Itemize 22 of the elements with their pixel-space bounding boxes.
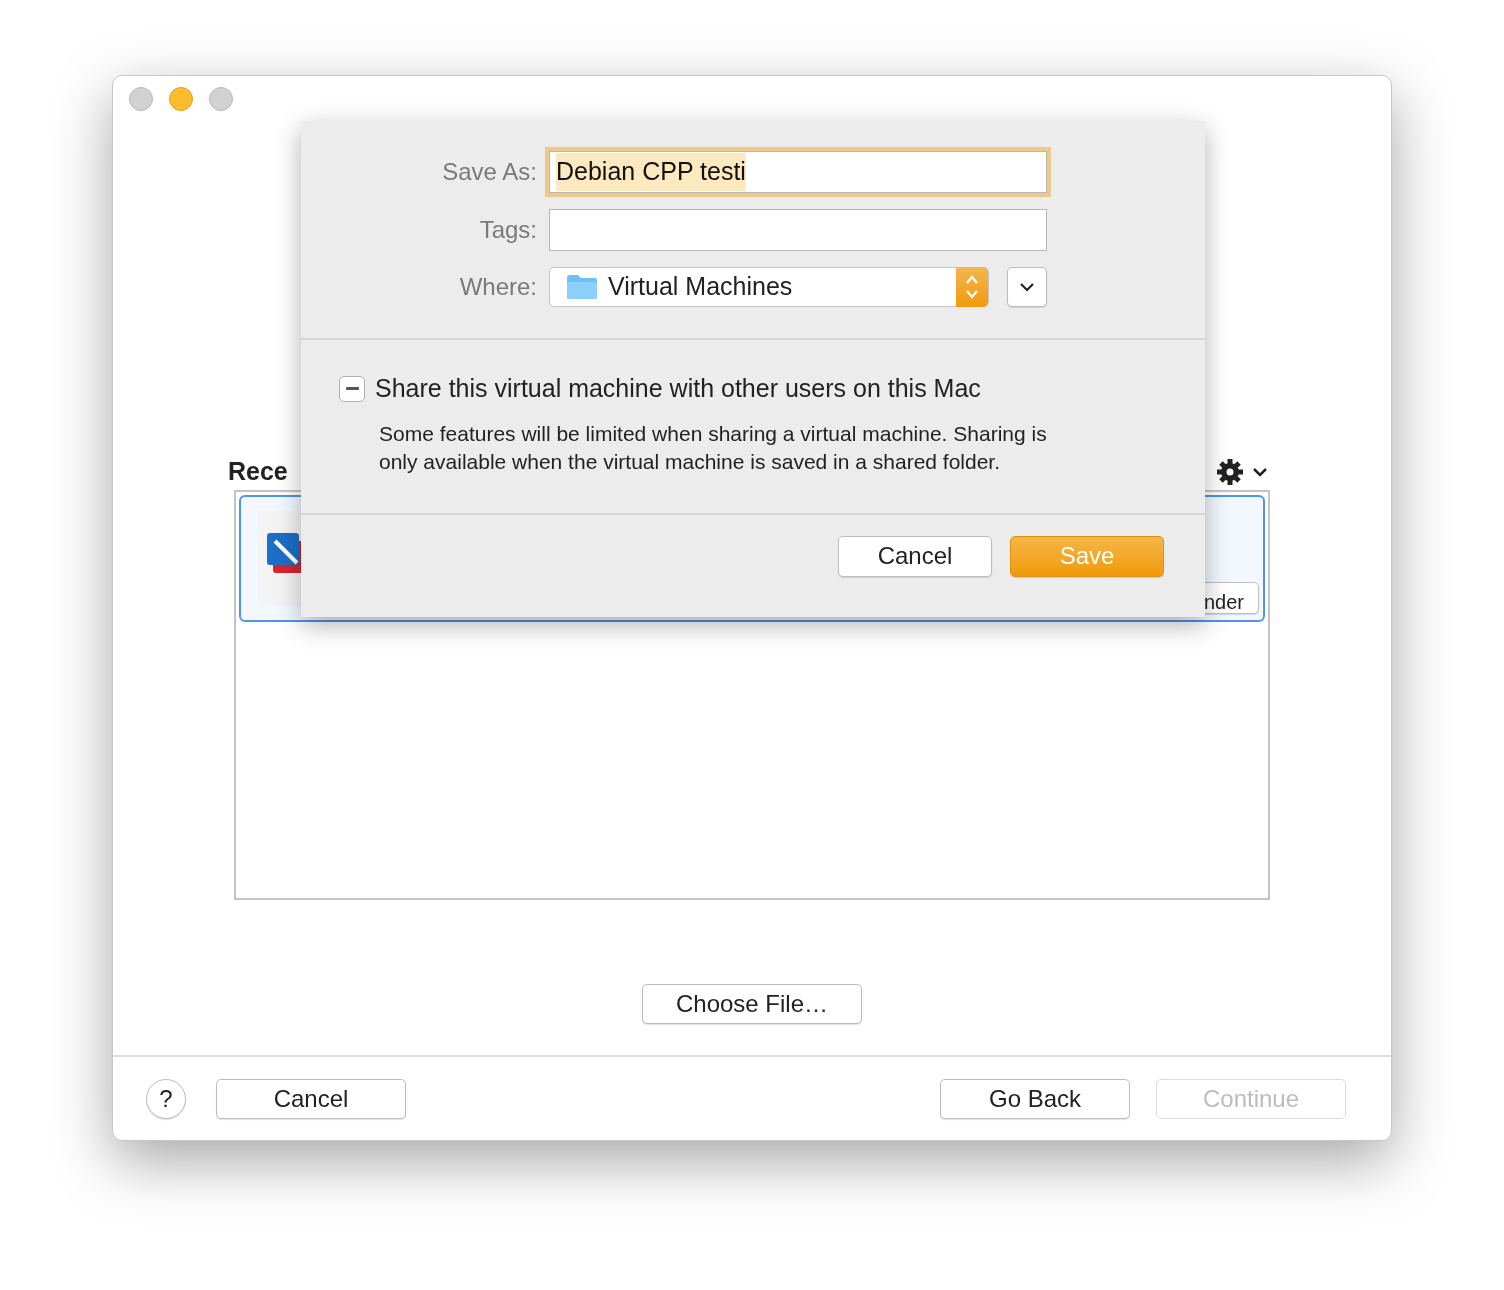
close-button[interactable] (129, 87, 153, 111)
zoom-button[interactable] (209, 87, 233, 111)
folder-icon (566, 274, 598, 300)
tags-field[interactable] (549, 209, 1047, 251)
gear-icon[interactable] (1216, 457, 1270, 487)
footer-button[interactable]: Go Back (940, 1078, 1130, 1119)
section-heading: Rece (228, 456, 288, 488)
minimize-button[interactable] (169, 87, 193, 111)
choose-file-button[interactable]: Choose File… (642, 984, 862, 1024)
field-label: Save As: (441, 157, 538, 187)
stepper-icon (964, 273, 980, 301)
where-popup[interactable]: Virtual Machines (549, 267, 989, 307)
chevron-icon (1019, 282, 1035, 292)
checkbox-label: Share this virtual machine with other users on this Mac (375, 373, 981, 404)
field-label: Where: (458, 272, 538, 302)
field-label: Tags: (478, 215, 538, 245)
description-text: Some features will be limited when sharing a virtual machine. Sharing is only available when the virtual machine is saved in a shared folder. (379, 420, 1048, 475)
cancel-button[interactable]: Cancel (838, 535, 992, 577)
expand-button[interactable] (1007, 267, 1047, 307)
help-button[interactable]: ? (146, 1078, 186, 1119)
footer-button[interactable]: Cancel (216, 1078, 406, 1119)
checkbox[interactable] (339, 375, 365, 402)
